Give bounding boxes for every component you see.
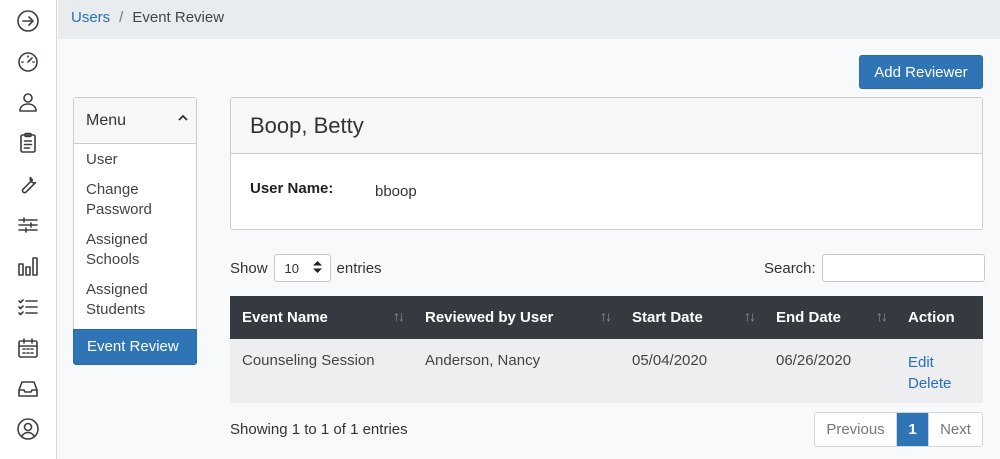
previous-page-button[interactable]: Previous <box>815 413 897 446</box>
cell-reviewed-by: Anderson, Nancy <box>425 352 541 369</box>
column-header-start-date[interactable]: Start Date ↑↓ <box>620 296 764 339</box>
wrench-icon[interactable] <box>15 171 41 197</box>
breadcrumb-current: Event Review <box>132 9 225 26</box>
column-header-label: Start Date <box>632 309 703 326</box>
show-label: Show <box>230 259 268 277</box>
pagination: Previous 1 Next <box>814 412 983 447</box>
column-header-reviewed-by[interactable]: Reviewed by User ↑↓ <box>413 296 620 339</box>
top-bar: Users / Event Review <box>58 0 1000 39</box>
inbox-icon[interactable] <box>15 376 41 402</box>
user-icon[interactable] <box>15 89 41 115</box>
cell-start-date: 05/04/2020 <box>632 352 708 369</box>
menu-item-assigned-students[interactable]: Assigned Students <box>74 275 196 325</box>
column-header-end-date[interactable]: End Date ↑↓ <box>764 296 896 339</box>
calendar-icon[interactable] <box>15 335 41 361</box>
menu-item-user[interactable]: User <box>74 144 196 175</box>
table-row: Counseling Session Anderson, Nancy 05/04… <box>230 339 983 403</box>
breadcrumb-separator: / <box>119 9 124 26</box>
select-arrows-icon <box>312 260 322 276</box>
show-entries-control: Show 10 entries <box>230 254 382 282</box>
username-value: bboop <box>375 183 417 200</box>
chevron-up-icon <box>176 111 190 130</box>
sort-icon: ↑↓ <box>876 308 888 324</box>
menu-item-change-password[interactable]: Change Password <box>74 175 196 225</box>
sliders-icon[interactable] <box>15 212 41 238</box>
user-card: Boop, Betty User Name: bboop <box>230 97 983 230</box>
breadcrumb: Users / Event Review <box>71 9 224 26</box>
table-header-row: Event Name ↑↓ Reviewed by User ↑↓ Start … <box>230 296 983 339</box>
column-header-label: Reviewed by User <box>425 309 554 326</box>
menu-item-event-review[interactable]: Event Review <box>73 329 197 365</box>
side-menu: Menu User Change Password Assigned Schoo… <box>73 97 197 365</box>
clipboard-icon[interactable] <box>15 130 41 156</box>
entries-select[interactable]: 10 <box>273 254 331 282</box>
sort-icon: ↑↓ <box>600 308 612 324</box>
search-input[interactable] <box>821 254 985 282</box>
cell-end-date: 06/26/2020 <box>776 352 852 369</box>
column-header-event-name[interactable]: Event Name ↑↓ <box>230 296 413 339</box>
column-header-action: Action <box>908 309 955 326</box>
event-review-table: Event Name ↑↓ Reviewed by User ↑↓ Start … <box>230 296 983 403</box>
bar-chart-icon[interactable] <box>15 253 41 279</box>
edit-link[interactable]: Edit <box>908 352 971 373</box>
menu-title: Menu <box>86 111 127 129</box>
entries-select-value: 10 <box>284 260 299 276</box>
table-info: Showing 1 to 1 of 1 entries <box>230 421 408 438</box>
column-header-label: Event Name <box>242 309 328 326</box>
arrow-right-circle-icon[interactable] <box>15 8 41 34</box>
username-label: User Name: <box>250 180 334 197</box>
table-search: Search: <box>764 254 985 282</box>
search-label: Search: <box>764 259 816 277</box>
user-circle-icon[interactable] <box>15 416 41 442</box>
cell-event-name: Counseling Session <box>242 352 375 369</box>
page-1-button[interactable]: 1 <box>897 413 928 446</box>
dashboard-gauge-icon[interactable] <box>15 48 41 74</box>
add-reviewer-button[interactable]: Add Reviewer <box>859 55 983 89</box>
sort-icon: ↑↓ <box>393 308 405 324</box>
next-page-button[interactable]: Next <box>928 413 982 446</box>
sort-icon: ↑↓ <box>744 308 756 324</box>
entries-label: entries <box>336 259 382 277</box>
menu-header[interactable]: Menu <box>74 98 196 144</box>
user-card-title: Boop, Betty <box>231 98 982 154</box>
delete-link[interactable]: Delete <box>908 373 971 394</box>
checklist-icon[interactable] <box>15 294 41 320</box>
cell-actions: Edit Delete <box>896 339 983 403</box>
user-card-body: User Name: bboop <box>231 154 982 230</box>
breadcrumb-link-users[interactable]: Users <box>71 9 110 26</box>
main-content: Add Reviewer Menu User Change Password A… <box>58 39 1000 459</box>
column-header-label: End Date <box>776 309 842 326</box>
icon-rail <box>0 0 57 459</box>
menu-item-assigned-schools[interactable]: Assigned Schools <box>74 225 196 275</box>
